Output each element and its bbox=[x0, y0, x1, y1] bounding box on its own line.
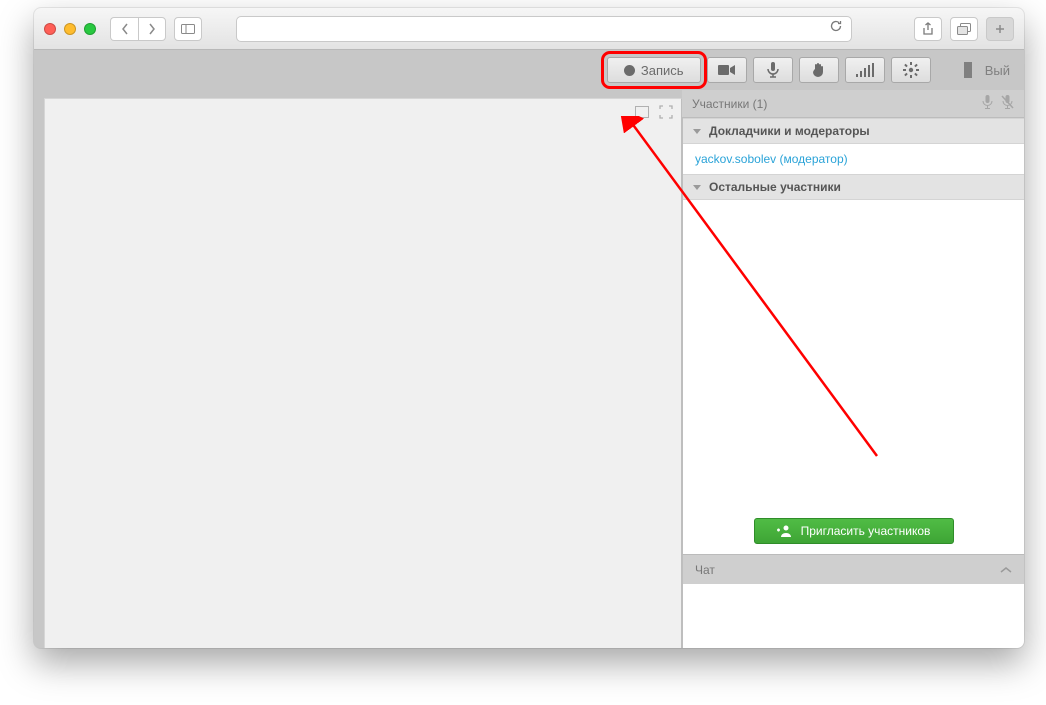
reload-icon[interactable] bbox=[829, 19, 843, 38]
hand-icon bbox=[812, 62, 826, 78]
nav-buttons bbox=[110, 17, 166, 41]
camera-button[interactable] bbox=[707, 57, 747, 83]
invite-label: Пригласить участников bbox=[801, 524, 931, 538]
close-window-button[interactable] bbox=[44, 23, 56, 35]
forward-button[interactable] bbox=[138, 17, 166, 41]
content-area: Участники (1) Докладчики и модераторы ya… bbox=[34, 90, 1024, 648]
microphone-button[interactable] bbox=[753, 57, 793, 83]
chat-panel bbox=[682, 584, 1024, 648]
exit-label: Вый bbox=[985, 63, 1010, 78]
participant-row[interactable]: yackov.sobolev (модератор) bbox=[683, 144, 1024, 174]
minimize-window-button[interactable] bbox=[64, 23, 76, 35]
mic-muted-icon[interactable] bbox=[1001, 95, 1014, 112]
back-button[interactable] bbox=[110, 17, 138, 41]
chevron-down-icon bbox=[693, 185, 701, 190]
aspect-icon[interactable] bbox=[635, 105, 649, 119]
participants-title: Участники (1) bbox=[692, 97, 767, 111]
browser-toolbar bbox=[34, 8, 1024, 50]
signal-icon bbox=[856, 63, 874, 77]
chat-header[interactable]: Чат bbox=[682, 554, 1024, 584]
section-speakers-label: Докладчики и модераторы bbox=[709, 124, 870, 138]
zoom-window-button[interactable] bbox=[84, 23, 96, 35]
app-toolbar: Запись Вый bbox=[34, 50, 1024, 90]
microphone-icon bbox=[767, 62, 779, 78]
exit-icon bbox=[963, 62, 977, 78]
sidebar-toggle-button[interactable] bbox=[174, 17, 202, 41]
tabs-button[interactable] bbox=[950, 17, 978, 41]
chat-title: Чат bbox=[695, 563, 715, 577]
window-controls bbox=[44, 23, 96, 35]
address-bar[interactable] bbox=[236, 16, 852, 42]
fullscreen-icon[interactable] bbox=[659, 105, 673, 119]
raise-hand-button[interactable] bbox=[799, 57, 839, 83]
record-label: Запись bbox=[641, 63, 684, 78]
participants-header[interactable]: Участники (1) bbox=[682, 90, 1024, 118]
settings-button[interactable] bbox=[891, 57, 931, 83]
participant-name: yackov.sobolev (модератор) bbox=[695, 152, 848, 166]
chevron-up-icon bbox=[1000, 563, 1012, 577]
invite-button[interactable]: Пригласить участников bbox=[754, 518, 954, 544]
presentation-area bbox=[44, 98, 682, 648]
section-others-label: Остальные участники bbox=[709, 180, 841, 194]
section-speakers[interactable]: Докладчики и модераторы bbox=[683, 118, 1024, 144]
record-button[interactable]: Запись bbox=[607, 57, 701, 83]
section-others[interactable]: Остальные участники bbox=[683, 174, 1024, 200]
camera-icon bbox=[718, 64, 736, 76]
add-user-icon bbox=[777, 525, 793, 537]
exit-button[interactable]: Вый bbox=[957, 57, 1016, 83]
share-button[interactable] bbox=[914, 17, 942, 41]
connection-button[interactable] bbox=[845, 57, 885, 83]
sidebar: Участники (1) Докладчики и модераторы ya… bbox=[682, 90, 1024, 648]
chevron-down-icon bbox=[693, 129, 701, 134]
browser-window: Запись Вый bbox=[34, 8, 1024, 648]
new-tab-button[interactable] bbox=[986, 17, 1014, 41]
record-icon bbox=[624, 65, 635, 76]
gear-icon bbox=[903, 62, 919, 78]
mic-all-icon[interactable] bbox=[982, 95, 993, 112]
